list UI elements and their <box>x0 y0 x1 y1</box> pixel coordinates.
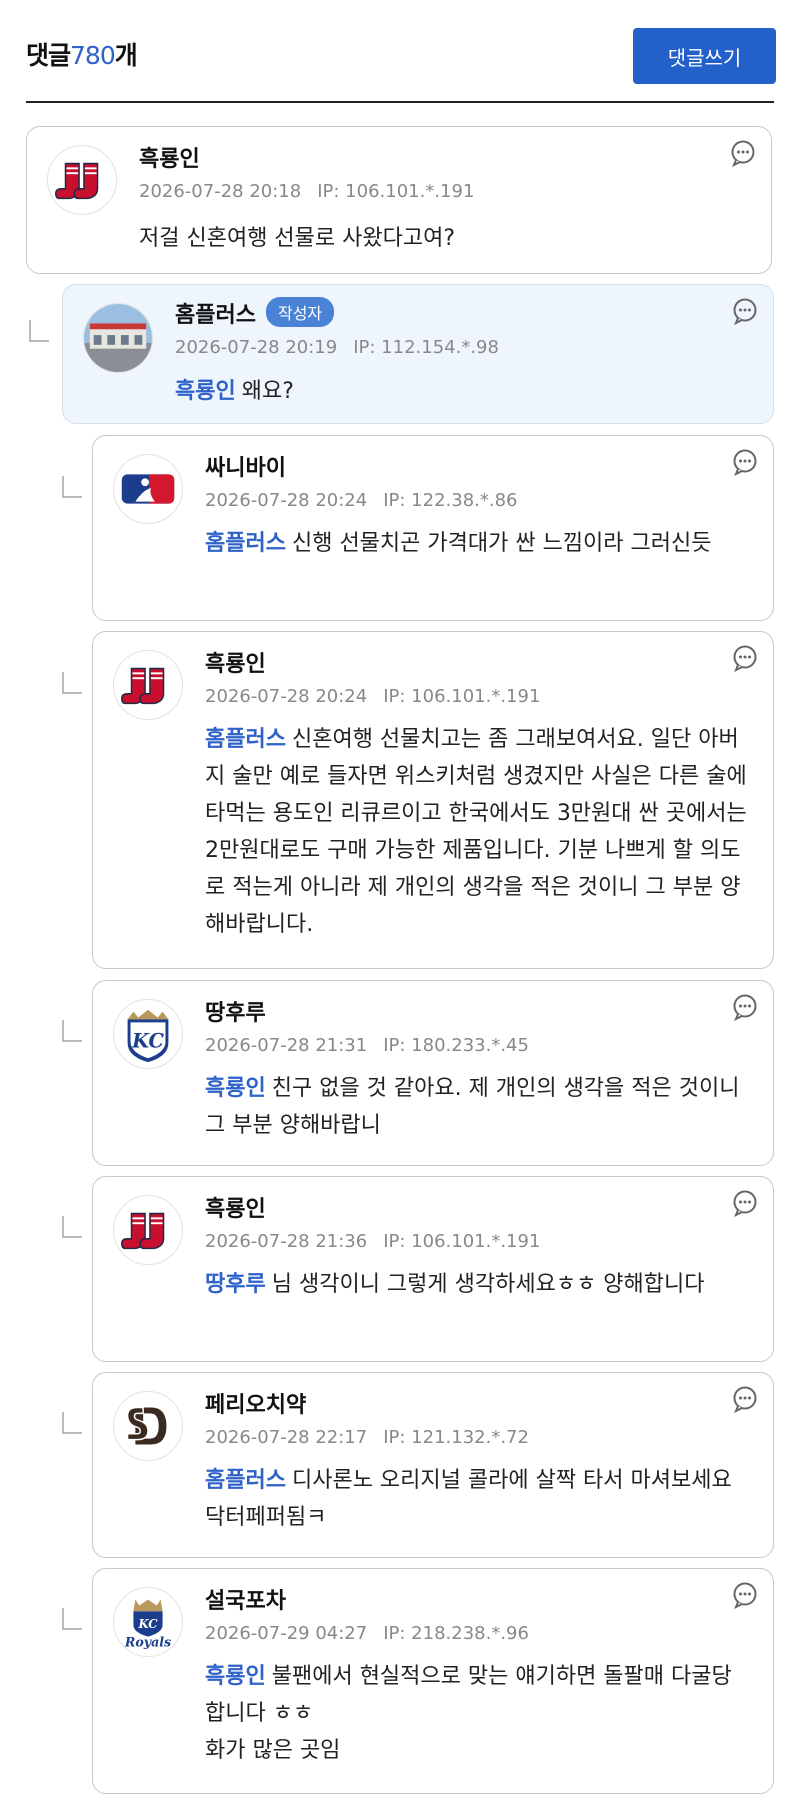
comment-body: 홈플러스 디사론노 오리지널 콜라에 살짝 타서 마셔보세요 닥터페퍼됨ㅋ <box>205 1468 732 1530</box>
comment-meta: 2026-07-28 22:17 IP: 121.132.*.72 <box>205 1427 529 1448</box>
comment-meta: 2026-07-28 20:18 IP: 106.101.*.191 <box>139 181 474 202</box>
comment-nickname[interactable]: 흑룡인 <box>205 646 266 678</box>
comment-ip: IP: 106.101.*.191 <box>317 181 475 202</box>
comment-date: 2026-07-28 20:19 <box>175 337 338 358</box>
reply-arrow-icon <box>62 1020 82 1042</box>
comment-meta: 2026-07-28 20:19 IP: 112.154.*.98 <box>175 337 499 358</box>
comment-body: 흑룡인 불팬에서 현실적으로 맞는 얘기하면 돌팔매 다굴당합니다 ㅎㅎ 화가 많은… <box>205 1664 732 1763</box>
reply-arrow-icon <box>62 672 82 694</box>
comment-body: 저걸 신혼여행 선물로 사왔다고여? <box>139 226 456 251</box>
svg-text:KC: KC <box>131 1030 164 1053</box>
reply-arrow-icon <box>62 1216 82 1238</box>
comment-nickname[interactable]: 페리오치약 <box>205 1387 306 1419</box>
speech-bubble-icon[interactable] <box>731 993 759 1021</box>
comment-item: 싸니바이 2026-07-28 20:24 IP: 122.38.*.86 홈플러… <box>92 435 774 621</box>
red-sox-logo[interactable] <box>113 650 183 720</box>
comment-count-title: 댓글780개 <box>26 41 138 70</box>
mention-link[interactable]: 홈플러스 <box>205 727 286 752</box>
mention-link[interactable]: 흑룡인 <box>205 1664 266 1689</box>
svg-text:Royals: Royals <box>124 1634 171 1649</box>
reply-arrow-icon <box>62 476 82 498</box>
comment-date: 2026-07-28 20:18 <box>139 181 302 202</box>
speech-bubble-icon[interactable] <box>731 1581 759 1609</box>
speech-bubble-icon[interactable] <box>731 448 759 476</box>
speech-bubble-icon[interactable] <box>731 1385 759 1413</box>
svg-text:KC: KC <box>137 1617 158 1631</box>
comment-body: 홈플러스 신혼여행 선물치고는 좀 그래보여서요. 일단 아버지 술만 예로 들자… <box>205 727 747 937</box>
mention-link[interactable]: 흑룡인 <box>205 1076 266 1101</box>
speech-bubble-icon[interactable] <box>731 1189 759 1217</box>
mention-link[interactable]: 땅후루 <box>205 1272 266 1297</box>
comment-meta: 2026-07-28 21:31 IP: 180.233.*.45 <box>205 1035 529 1056</box>
reply-arrow-icon <box>62 1608 82 1630</box>
comment-item: 페리오치약 2026-07-28 22:17 IP: 121.132.*.72 홈… <box>92 1372 774 1558</box>
mention-link[interactable]: 홈플러스 <box>205 531 286 556</box>
comment-nickname[interactable]: 홈플러스 작성자 <box>175 297 335 329</box>
mention-link[interactable]: 홈플러스 <box>205 1468 286 1493</box>
red-sox-logo[interactable] <box>47 145 117 215</box>
padres-logo[interactable] <box>113 1391 183 1461</box>
comment-date: 2026-07-28 21:36 <box>205 1231 368 1252</box>
write-comment-button[interactable]: 댓글쓰기 <box>633 28 776 84</box>
speech-bubble-icon[interactable] <box>729 139 757 167</box>
comment-body: 흑룡인 왜요? <box>175 379 294 404</box>
reply-arrow-icon <box>62 1412 82 1434</box>
mention-link[interactable]: 흑룡인 <box>175 379 236 404</box>
comment-ip: IP: 180.233.*.45 <box>383 1035 529 1056</box>
comment-date: 2026-07-28 22:17 <box>205 1427 368 1448</box>
comment-item: 흑룡인 2026-07-28 20:24 IP: 106.101.*.191 홈플… <box>92 631 774 969</box>
comment-ip: IP: 106.101.*.191 <box>383 1231 541 1252</box>
comment-nickname[interactable]: 흑룡인 <box>139 141 200 173</box>
comment-body: 홈플러스 신행 선물치곤 가격대가 싼 느낌이라 그러신듯 <box>205 531 712 556</box>
royals-kc-logo[interactable]: KC <box>113 999 183 1069</box>
comment-ip: IP: 122.38.*.86 <box>383 490 518 511</box>
comment-date: 2026-07-28 21:31 <box>205 1035 368 1056</box>
comment-meta: 2026-07-28 20:24 IP: 122.38.*.86 <box>205 490 518 511</box>
store-photo[interactable] <box>83 303 153 373</box>
speech-bubble-icon[interactable] <box>731 297 759 325</box>
mlb-logo[interactable] <box>113 454 183 524</box>
comment-ip: IP: 218.238.*.96 <box>383 1623 529 1644</box>
comment-ip: IP: 121.132.*.72 <box>383 1427 529 1448</box>
comment-item: 홈플러스 작성자 2026-07-28 20:19 IP: 112.154.*.98… <box>62 284 774 424</box>
comment-body: 땅후루 님 생각이니 그렇게 생각하세요ㅎㅎ 양해합니다 <box>205 1272 705 1297</box>
comment-item: 흑룡인 2026-07-28 20:18 IP: 106.101.*.191 저걸… <box>26 126 772 274</box>
royals-logo[interactable]: KC Royals <box>113 1587 183 1657</box>
comment-count: 780 <box>70 41 116 70</box>
comment-nickname[interactable]: 흑룡인 <box>205 1191 266 1223</box>
comments-header: 댓글780개 댓글쓰기 <box>26 28 776 102</box>
comment-nickname[interactable]: 땅후루 <box>205 995 266 1027</box>
author-badge: 작성자 <box>265 297 335 327</box>
comment-date: 2026-07-29 04:27 <box>205 1623 368 1644</box>
comment-meta: 2026-07-28 21:36 IP: 106.101.*.191 <box>205 1231 540 1252</box>
comment-body: 흑룡인 친구 없을 것 같아요. 제 개인의 생각을 적은 것이니 그 부분 양해… <box>205 1076 740 1138</box>
comment-nickname[interactable]: 설국포차 <box>205 1583 286 1615</box>
comment-item: KC 땅후루 2026-07-28 21:31 IP: 180.233.*.45 … <box>92 980 774 1166</box>
red-sox-logo[interactable] <box>113 1195 183 1265</box>
comment-item: 흑룡인 2026-07-28 21:36 IP: 106.101.*.191 땅후… <box>92 1176 774 1362</box>
comment-item: KC Royals 설국포차 2026-07-29 04:27 IP: 218.23… <box>92 1568 774 1794</box>
comment-date: 2026-07-28 20:24 <box>205 490 368 511</box>
reply-arrow-icon <box>29 320 49 342</box>
comment-ip: IP: 112.154.*.98 <box>353 337 499 358</box>
comment-meta: 2026-07-28 20:24 IP: 106.101.*.191 <box>205 686 540 707</box>
comment-meta: 2026-07-29 04:27 IP: 218.238.*.96 <box>205 1623 529 1644</box>
speech-bubble-icon[interactable] <box>731 644 759 672</box>
comment-ip: IP: 106.101.*.191 <box>383 686 541 707</box>
comment-nickname[interactable]: 싸니바이 <box>205 450 286 482</box>
comment-date: 2026-07-28 20:24 <box>205 686 368 707</box>
header-divider <box>26 101 774 103</box>
